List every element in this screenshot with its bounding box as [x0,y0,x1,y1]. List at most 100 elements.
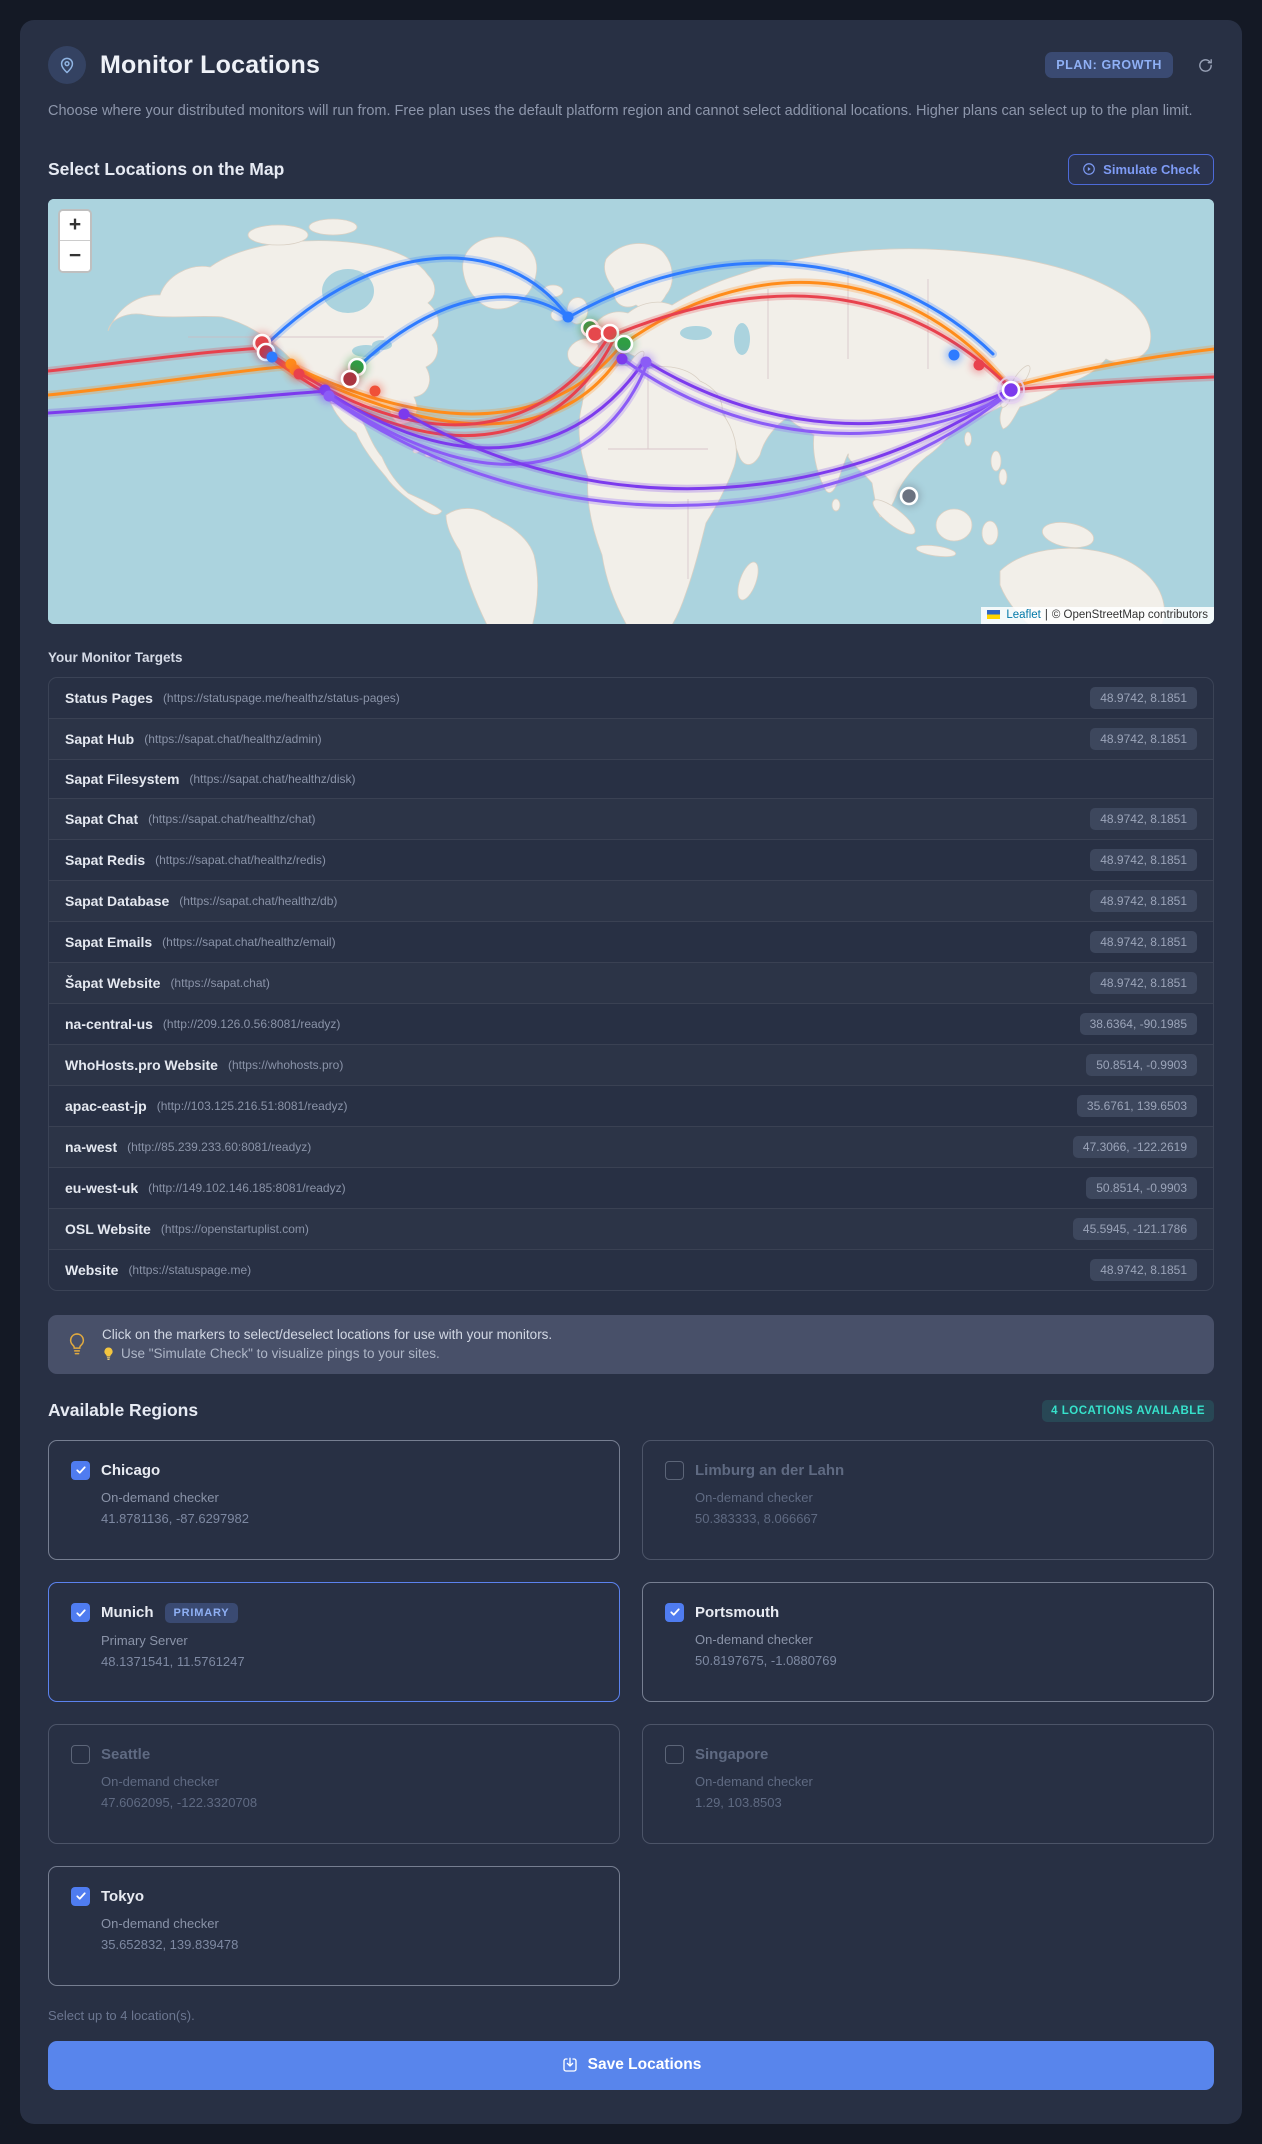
target-row: Sapat Filesystem (https://sapat.chat/heal… [49,760,1213,799]
region-card-singapore[interactable]: Singapore On-demand checker 1.29, 103.8503 [642,1723,1214,1844]
target-row: Status Pages (https://statuspage.me/healt… [49,678,1213,719]
target-row: na-west (http://85.239.233.60:8081/readyz… [49,1127,1213,1168]
target-url: (http://103.125.216.51:8081/readyz) [156,1098,348,1113]
region-coordinates: 47.6062095, -122.3320708 [101,1794,258,1810]
target-url: (http://149.102.146.185:8081/readyz) [148,1180,346,1195]
target-url: (https://sapat.chat/healthz/chat) [148,811,316,826]
target-row: Šapat Website (https://sapat.chat) 48.9742… [49,963,1213,1004]
target-coordinates-badge: 48.9742, 8.1851 [1090,848,1197,871]
region-checkbox[interactable] [71,1744,90,1764]
target-url: (https://sapat.chat/healthz/db) [179,893,338,908]
map-attribution: Leaflet | © OpenStreetMap contributors [981,606,1214,624]
target-coordinates-badge: 48.9742, 8.1851 [1090,930,1197,953]
region-checker-type: On-demand checker [101,1773,219,1789]
region-checkbox[interactable] [665,1744,684,1764]
leaflet-link[interactable]: Leaflet [1006,609,1041,621]
play-circle-icon [1082,162,1096,176]
simulate-check-button[interactable]: Simulate Check [1068,153,1214,185]
target-name: Sapat Redis [65,851,146,868]
target-coordinates-badge: 48.9742, 8.1851 [1090,1258,1197,1281]
region-coordinates: 48.1371541, 11.5761247 [101,1653,245,1669]
target-url: (https://statuspage.me/healthz/status-pa… [162,690,400,705]
monitor-locations-panel: Monitor Locations PLAN: GROWTH Choose wh… [20,20,1242,2124]
target-name: Sapat Filesystem [65,770,180,787]
refresh-icon[interactable] [1197,57,1214,74]
target-name: Website [65,1261,119,1278]
target-name: Šapat Website [65,974,161,991]
region-checker-type: On-demand checker [695,1489,813,1505]
target-name: Status Pages [65,689,153,706]
map-marker[interactable] [614,350,630,367]
tip-box: Click on the markers to select/deselect … [48,1314,1214,1374]
target-name: OSL Website [65,1220,151,1237]
map-zoom-control: + − [58,208,92,273]
target-coordinates-badge: 38.6364, -90.1985 [1079,1012,1197,1035]
world-map[interactable]: + − Leaflet | © OpenStreetMap contributo… [48,198,1214,624]
target-url: (https://openstartuplist.com) [160,1221,309,1236]
region-card-munich[interactable]: Munich PRIMARY Primary Server 48.1371541, 1… [48,1581,620,1702]
map-marker[interactable] [396,405,412,422]
target-row: eu-west-uk (http://149.102.146.185:8081/r… [49,1168,1213,1209]
target-url: (http://85.239.233.60:8081/readyz) [127,1139,312,1154]
target-row: WhoHosts.pro Website (https://whohosts.pr… [49,1045,1213,1086]
map-marker[interactable] [339,367,361,390]
target-url: (https://sapat.chat/healthz/admin) [144,731,322,746]
region-checkbox[interactable] [71,1460,90,1480]
region-checkbox[interactable] [71,1603,90,1623]
osm-attribution: © OpenStreetMap contributors [1051,608,1208,621]
save-icon [561,2056,579,2074]
map-marker[interactable] [264,348,280,365]
target-coordinates-badge: 35.6761, 139.6503 [1076,1094,1197,1117]
region-card-portsmouth[interactable]: Portsmouth On-demand checker 50.8197675, -… [642,1581,1214,1702]
target-url: (https://sapat.chat/healthz/redis) [155,852,326,867]
map-marker[interactable] [321,387,337,404]
map-marker[interactable] [560,308,576,325]
map-marker[interactable] [291,365,307,382]
target-name: na-central-us [65,1015,153,1032]
target-name: Sapat Chat [65,810,139,827]
region-card-limburg-an-der-lahn[interactable]: Limburg an der Lahn On-demand checker 50.3… [642,1439,1214,1560]
locations-available-badge: 4 LOCATIONS AVAILABLE [1042,1399,1214,1422]
target-name: Sapat Hub [65,730,135,747]
target-row: na-central-us (http://209.126.0.56:8081/r… [49,1004,1213,1045]
map-marker[interactable] [898,484,920,507]
region-card-chicago[interactable]: Chicago On-demand checker 41.8781136, -87.… [48,1439,620,1560]
selection-limit-note: Select up to 4 location(s). [48,2007,195,2023]
region-name: Chicago [101,1461,161,1479]
map-marker[interactable] [997,375,1025,404]
location-pin-icon [48,46,86,84]
target-name: Sapat Emails [65,933,153,950]
target-row: Sapat Redis (https://sapat.chat/healthz/r… [49,840,1213,881]
target-coordinates-badge: 47.3066, -122.2619 [1072,1135,1197,1158]
targets-section-title: Your Monitor Targets [48,649,183,665]
region-name: Tokyo [101,1887,145,1905]
target-name: WhoHosts.pro Website [65,1056,218,1073]
region-coordinates: 41.8781136, -87.6297982 [101,1510,249,1526]
save-locations-button[interactable]: Save Locations [48,2040,1214,2090]
region-checkbox[interactable] [71,1886,90,1906]
region-card-tokyo[interactable]: Tokyo On-demand checker 35.652832, 139.839… [48,1865,620,1986]
target-name: Sapat Database [65,892,170,909]
zoom-in-button[interactable]: + [60,210,90,241]
region-name: Singapore [695,1745,769,1763]
map-marker[interactable] [971,356,987,373]
target-name: apac-east-jp [65,1097,147,1114]
target-coordinates-badge: 48.9742, 8.1851 [1090,971,1197,994]
target-coordinates-badge: 48.9742, 8.1851 [1090,686,1197,709]
map-marker[interactable] [638,353,654,370]
map-marker[interactable] [367,382,383,399]
zoom-out-button[interactable]: − [60,240,90,271]
lightbulb-outline-icon [66,1331,88,1357]
region-name: Portsmouth [695,1603,780,1621]
target-coordinates-badge: 48.9742, 8.1851 [1090,889,1197,912]
region-card-seattle[interactable]: Seattle On-demand checker 47.6062095, -122… [48,1723,620,1844]
target-coordinates-badge: 50.8514, -0.9903 [1086,1176,1197,1199]
panel-header: Monitor Locations PLAN: GROWTH [48,46,1214,84]
target-url: (https://statuspage.me) [128,1262,252,1277]
region-checkbox[interactable] [665,1602,684,1622]
region-checkbox[interactable] [665,1460,684,1480]
region-coordinates: 1.29, 103.8503 [695,1794,782,1810]
region-checker-type: On-demand checker [101,1489,219,1505]
map-marker[interactable] [946,346,962,363]
region-checker-type: On-demand checker [695,1631,813,1647]
